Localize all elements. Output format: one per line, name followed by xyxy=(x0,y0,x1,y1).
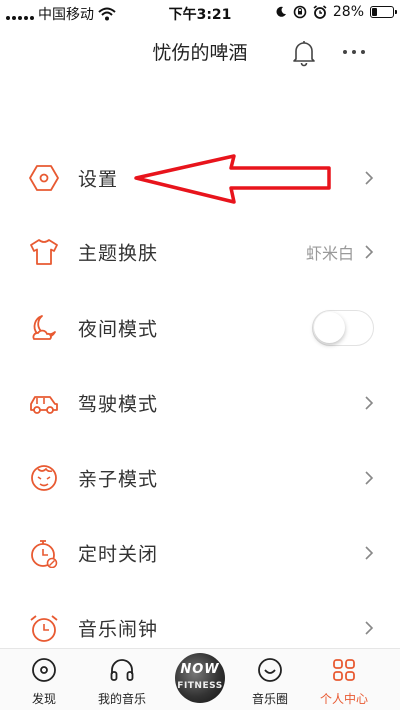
tab-profile[interactable]: 个人中心 xyxy=(304,649,384,710)
tshirt-icon xyxy=(30,239,58,265)
now-playing-disc[interactable]: NOW FITNESS xyxy=(175,653,225,703)
hexagon-gear-icon xyxy=(29,165,59,191)
toggle-knob xyxy=(314,312,345,343)
tab-music-circle[interactable]: 音乐圈 xyxy=(230,649,310,710)
stopwatch-icon xyxy=(31,540,58,568)
tab-label: 发现 xyxy=(31,692,56,706)
baby-face-icon xyxy=(31,465,57,491)
menu-item-label: 亲子模式 xyxy=(78,468,159,491)
headphones-icon xyxy=(110,659,134,681)
alarm-clock-icon xyxy=(30,615,58,642)
chevron-right-icon xyxy=(365,171,374,185)
car-icon xyxy=(30,396,58,414)
chevron-right-icon xyxy=(365,471,374,485)
menu-item-sleep-timer[interactable]: 定时关闭 xyxy=(0,515,400,591)
menu-item-kids-mode[interactable]: 亲子模式 xyxy=(0,440,400,516)
menu-item-label: 夜间模式 xyxy=(78,318,159,341)
chevron-right-icon xyxy=(365,396,374,410)
status-right: 28% xyxy=(275,4,397,20)
menu-item-label: 主题换肤 xyxy=(78,242,159,265)
tab-label: 个人中心 xyxy=(319,692,368,706)
moon-cloud-icon xyxy=(32,315,56,340)
bell-icon[interactable] xyxy=(291,39,317,67)
discover-icon xyxy=(32,658,56,682)
menu-item-label: 音乐闹钟 xyxy=(78,618,159,641)
profile-grid-icon xyxy=(333,659,355,681)
theme-value: 虾米白 xyxy=(305,244,354,263)
tab-my-music[interactable]: 我的音乐 xyxy=(82,649,162,710)
moon-icon xyxy=(276,6,286,17)
menu-item-night-mode: 夜间模式 xyxy=(0,290,400,366)
smile-icon xyxy=(258,658,282,682)
alarm-icon xyxy=(313,5,327,19)
bottom-tab-bar: 发现 我的音乐 NOW FITNESS 音乐圈 个人中心 xyxy=(0,648,400,710)
chevron-right-icon xyxy=(365,621,374,635)
tab-now-playing[interactable]: NOW FITNESS xyxy=(160,649,240,710)
menu-item-driving-mode[interactable]: 驾驶模式 xyxy=(0,365,400,441)
header: 忧伤的啤酒 xyxy=(0,26,400,78)
disc-title: NOW xyxy=(180,662,220,677)
night-mode-toggle[interactable] xyxy=(312,310,374,346)
battery-icon xyxy=(370,6,397,18)
disc-subtitle: FITNESS xyxy=(177,681,223,691)
tab-label: 我的音乐 xyxy=(97,692,146,706)
battery-fill xyxy=(372,8,377,16)
chevron-right-icon xyxy=(365,546,374,560)
battery-percent: 28% xyxy=(332,4,364,20)
tab-label: 音乐圈 xyxy=(251,692,288,706)
tab-discover[interactable]: 发现 xyxy=(4,649,84,710)
chevron-right-icon xyxy=(365,245,374,259)
menu-item-label: 定时关闭 xyxy=(78,543,159,566)
menu-item-theme[interactable]: 主题换肤 虾米白 xyxy=(0,214,400,290)
menu-item-label: 驾驶模式 xyxy=(78,393,159,416)
more-icon[interactable] xyxy=(340,42,368,62)
menu-item-label: 设置 xyxy=(78,168,119,191)
rotation-lock-icon xyxy=(293,5,307,19)
annotation-arrow xyxy=(134,154,331,204)
status-bar: 中国移动 下午3:21 28% xyxy=(0,0,400,26)
